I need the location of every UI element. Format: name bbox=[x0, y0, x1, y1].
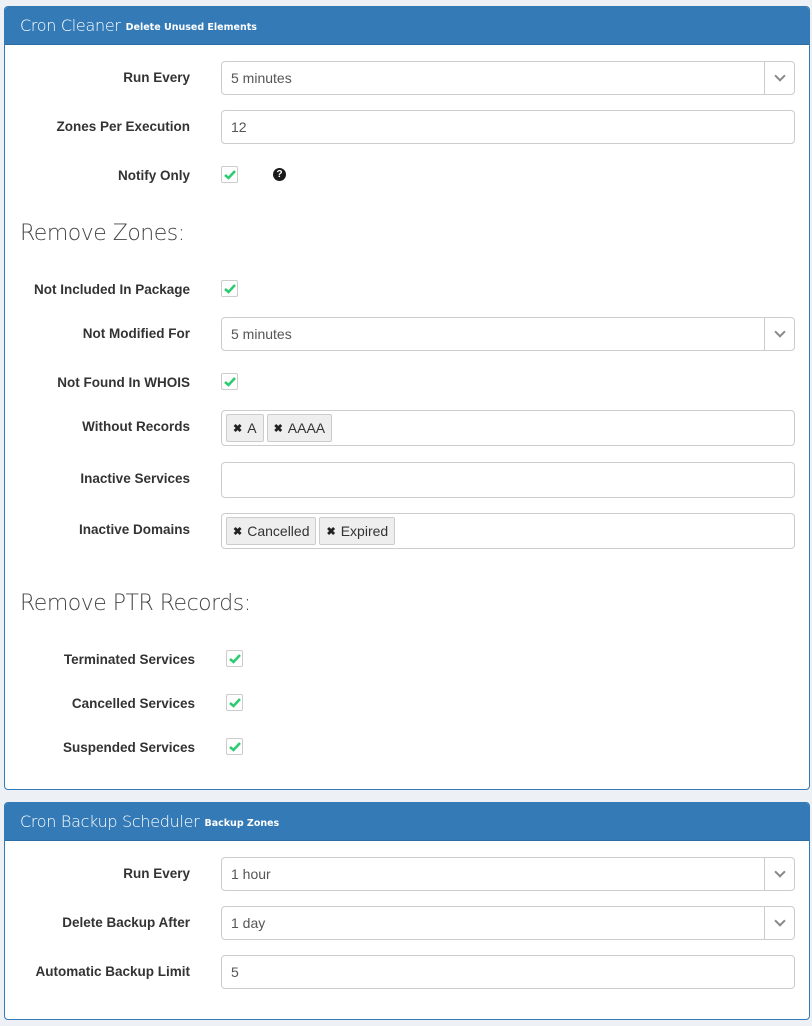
check-icon bbox=[229, 654, 241, 664]
without-records-tag-input[interactable]: ✖ A ✖ AAAA bbox=[221, 410, 795, 446]
inactive-domains-tag-input[interactable]: ✖ Cancelled ✖ Expired bbox=[221, 513, 795, 549]
tag: ✖ Cancelled bbox=[226, 517, 317, 545]
check-icon bbox=[229, 742, 241, 752]
panel-heading: Cron Cleaner Delete Unused Elements bbox=[5, 7, 809, 45]
tag: ✖ Expired bbox=[319, 517, 396, 545]
cron-cleaner-panel: Cron Cleaner Delete Unused Elements Run … bbox=[4, 6, 810, 790]
tag: ✖ AAAA bbox=[266, 414, 333, 442]
remove-tag-icon[interactable]: ✖ bbox=[326, 525, 335, 538]
zones-per-execution-label: Zones Per Execution bbox=[56, 119, 190, 134]
check-icon bbox=[229, 698, 241, 708]
without-records-label: Without Records bbox=[82, 419, 190, 434]
not-included-in-package-label: Not Included In Package bbox=[33, 282, 190, 297]
backup-run-every-label: Run Every bbox=[123, 866, 190, 881]
inactive-services-label: Inactive Services bbox=[80, 471, 190, 486]
tag-label: Cancelled bbox=[247, 523, 310, 539]
not-modified-for-select[interactable]: 5 minutes bbox=[221, 317, 795, 351]
remove-ptr-records-heading: Remove PTR Records: bbox=[20, 591, 251, 616]
run-every-value: 5 minutes bbox=[231, 70, 292, 86]
panel-title: Cron Cleaner bbox=[20, 16, 121, 35]
terminated-services-label: Terminated Services bbox=[63, 652, 195, 667]
panel-subtitle: Delete Unused Elements bbox=[125, 21, 257, 33]
check-icon bbox=[224, 170, 236, 180]
tag-label: A bbox=[247, 420, 257, 436]
chevron-down-icon bbox=[773, 915, 786, 927]
delete-backup-after-select[interactable]: 1 day bbox=[221, 906, 795, 940]
cancelled-services-checkbox[interactable] bbox=[226, 694, 243, 711]
run-every-select[interactable]: 5 minutes bbox=[221, 61, 795, 95]
question-circle-icon[interactable]: ? bbox=[273, 168, 286, 181]
dropdown-toggle[interactable] bbox=[764, 858, 794, 890]
automatic-backup-limit-label: Automatic Backup Limit bbox=[35, 964, 190, 979]
inactive-domains-label: Inactive Domains bbox=[78, 522, 190, 537]
remove-tag-icon[interactable]: ✖ bbox=[233, 422, 242, 435]
cancelled-services-label: Cancelled Services bbox=[71, 696, 195, 711]
terminated-services-checkbox[interactable] bbox=[226, 650, 243, 667]
panel-subtitle: Backup Zones bbox=[204, 817, 280, 829]
check-icon bbox=[224, 284, 236, 294]
inactive-services-tag-input[interactable] bbox=[221, 462, 795, 498]
remove-zones-heading: Remove Zones: bbox=[20, 221, 185, 246]
tag-label: Expired bbox=[340, 523, 389, 539]
remove-tag-icon[interactable]: ✖ bbox=[274, 422, 283, 435]
check-icon bbox=[224, 377, 236, 387]
not-modified-for-label: Not Modified For bbox=[82, 326, 190, 341]
dropdown-toggle[interactable] bbox=[764, 62, 794, 94]
zones-per-execution-value: 12 bbox=[231, 119, 247, 135]
automatic-backup-limit-value: 5 bbox=[231, 964, 239, 980]
delete-backup-after-value: 1 day bbox=[231, 915, 266, 931]
not-found-in-whois-checkbox[interactable] bbox=[221, 373, 238, 390]
not-found-in-whois-label: Not Found In WHOIS bbox=[57, 375, 190, 390]
tag-label: AAAA bbox=[287, 420, 326, 436]
suspended-services-checkbox[interactable] bbox=[226, 738, 243, 755]
not-modified-for-value: 5 minutes bbox=[231, 326, 292, 342]
notify-only-checkbox[interactable] bbox=[221, 166, 238, 183]
tag: ✖ A bbox=[226, 414, 264, 442]
remove-tag-icon[interactable]: ✖ bbox=[233, 525, 242, 538]
dropdown-toggle[interactable] bbox=[764, 318, 794, 350]
chevron-down-icon bbox=[773, 70, 786, 82]
dropdown-toggle[interactable] bbox=[764, 907, 794, 939]
not-included-in-package-checkbox[interactable] bbox=[221, 280, 238, 297]
run-every-label: Run Every bbox=[123, 70, 190, 85]
backup-run-every-value: 1 hour bbox=[231, 866, 271, 882]
suspended-services-label: Suspended Services bbox=[62, 740, 195, 755]
cron-backup-scheduler-panel: Cron Backup Scheduler Backup Zones Run E… bbox=[4, 802, 810, 1020]
chevron-down-icon bbox=[773, 866, 786, 878]
automatic-backup-limit-input[interactable]: 5 bbox=[221, 955, 795, 989]
panel-heading: Cron Backup Scheduler Backup Zones bbox=[5, 803, 809, 841]
panel-title: Cron Backup Scheduler bbox=[20, 812, 200, 831]
delete-backup-after-label: Delete Backup After bbox=[62, 915, 190, 930]
backup-run-every-select[interactable]: 1 hour bbox=[221, 857, 795, 891]
zones-per-execution-input[interactable]: 12 bbox=[221, 110, 795, 144]
chevron-down-icon bbox=[773, 326, 786, 338]
notify-only-label: Notify Only bbox=[117, 168, 190, 183]
